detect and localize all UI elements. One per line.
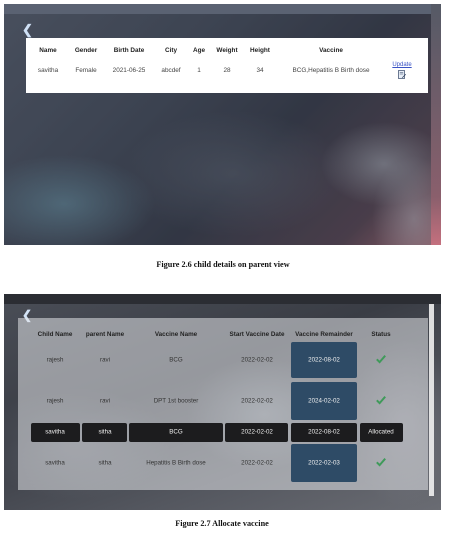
cell-age: 1	[197, 67, 201, 74]
cell-vaccine-name: Hepatitis B Birth dose	[146, 459, 206, 467]
check-icon[interactable]	[376, 355, 386, 364]
column-header-age: Age	[192, 47, 206, 54]
figure-caption-2-7: Figure 2.7 Allocate vaccine	[175, 519, 269, 528]
column-header-vaccine-name: Vaccine Name	[154, 331, 198, 338]
cell-birth-date: 2021-06-25	[112, 67, 146, 74]
cell-child-name: rajesh	[46, 397, 64, 405]
check-icon[interactable]	[376, 458, 386, 467]
cell-start-date: 2022-02-02	[241, 428, 273, 436]
cell-reminder-date: 2022-08-02	[308, 428, 340, 436]
column-header-birth-date: Birth Date	[113, 47, 145, 54]
cell-gender: Female	[75, 67, 97, 74]
column-header-vaccine-remainder: Vaccine Remainder	[295, 331, 353, 338]
window-right-edge	[431, 4, 441, 245]
cell-city: abcdef	[161, 67, 181, 74]
allocated-status-label[interactable]: Allocated	[368, 429, 393, 436]
column-header-weight: Weight	[216, 47, 238, 54]
cell-vaccine-name: BCG	[169, 356, 183, 364]
column-header-start-vaccine-date: Start Vaccine Date	[229, 331, 285, 338]
cell-weight: 28	[223, 67, 231, 74]
cell-child-name: rajesh	[46, 356, 64, 364]
cell-parent-name: ravi	[100, 356, 110, 364]
check-icon[interactable]	[376, 396, 386, 405]
edit-document-icon[interactable]	[398, 70, 406, 79]
cell-reminder-date: 2024-02-02	[308, 397, 340, 405]
update-link[interactable]: Update	[392, 62, 411, 68]
window-top-edge	[4, 294, 441, 304]
cell-vaccine: BCG,Hepatitis B Birth dose	[292, 67, 370, 74]
column-header-vaccine: Vaccine	[319, 47, 343, 54]
window-top-edge	[4, 4, 441, 14]
cell-child-name: savitha	[45, 459, 65, 467]
cell-parent-name: ravi	[100, 397, 110, 405]
column-header-city: City	[164, 47, 178, 54]
back-chevron-icon[interactable]: ❮	[22, 22, 33, 38]
column-header-height: Height	[250, 47, 270, 54]
cell-vaccine-name: BCG	[169, 428, 183, 436]
parent-view-screenshot: ❮ Name Gender Birth Date City Age Weight…	[4, 4, 441, 245]
cell-start-date: 2022-02-02	[241, 459, 273, 467]
column-header-parent-name: parent Name	[85, 331, 125, 338]
column-header-name: Name	[39, 47, 57, 54]
cell-parent-name: sitha	[98, 459, 112, 467]
cell-vaccine-name: DPT 1st booster	[153, 397, 199, 405]
column-header-status: Status	[371, 331, 391, 338]
cell-name: savitha	[37, 67, 59, 74]
vaccine-table-panel	[18, 318, 428, 490]
figure-caption-2-6: Figure 2.6 child details on parent view	[156, 260, 290, 269]
cell-reminder-date: 2022-02-03	[308, 459, 340, 467]
vertical-scrollbar[interactable]	[429, 304, 434, 496]
cell-start-date: 2022-02-02	[241, 356, 273, 364]
column-header-gender: Gender	[74, 47, 98, 54]
child-details-table: Name Gender Birth Date City Age Weight H…	[26, 38, 428, 93]
cell-parent-name: sitha	[98, 428, 112, 436]
cell-reminder-date: 2022-08-02	[308, 356, 340, 364]
cell-height: 34	[256, 67, 264, 74]
cell-child-name: savitha	[45, 428, 65, 436]
cell-start-date: 2022-02-02	[241, 397, 273, 405]
column-header-child-name: Child Name	[37, 331, 73, 338]
